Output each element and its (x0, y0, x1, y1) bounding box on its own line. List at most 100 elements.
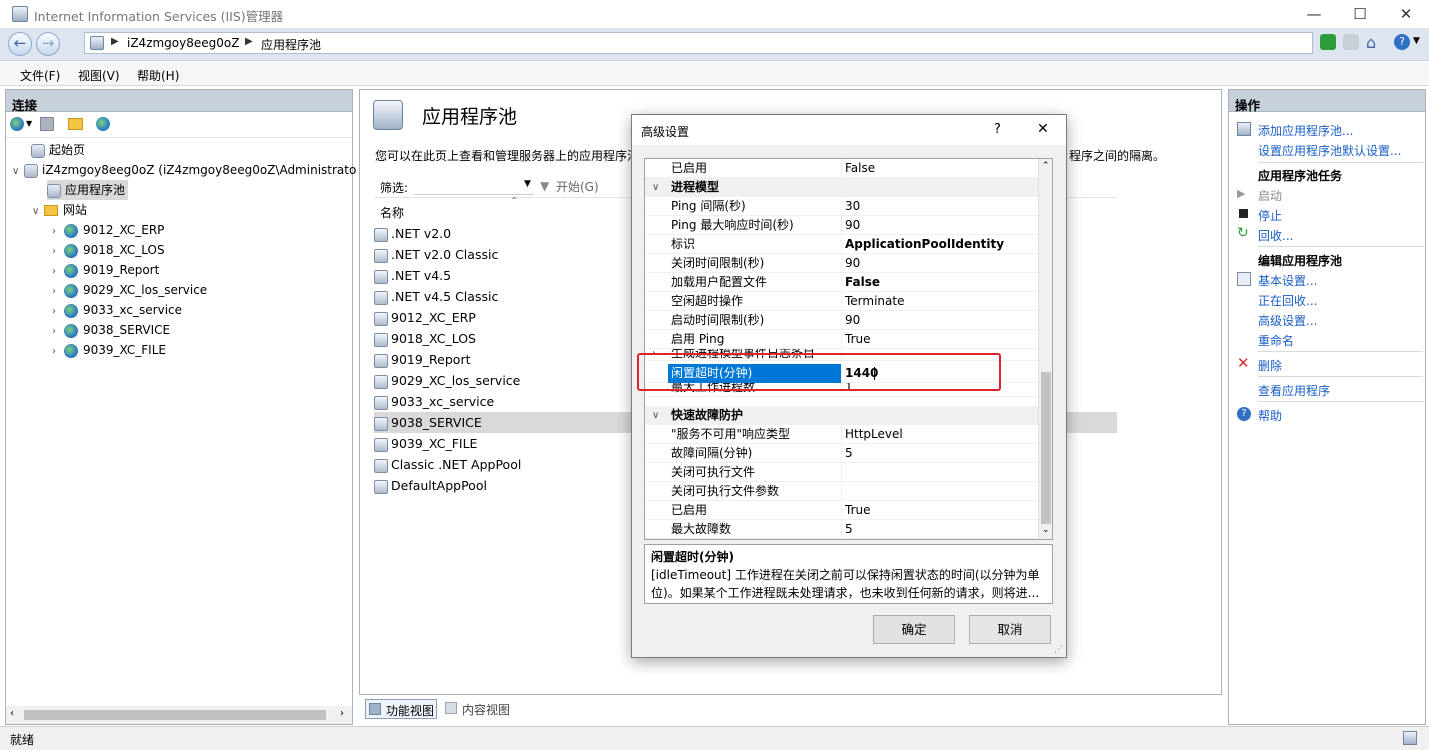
property-grid-scrollbar[interactable]: ⌃ ⌄ (1038, 159, 1052, 539)
dialog-help-button[interactable]: ? (994, 122, 1001, 137)
filter-label: 筛选: (380, 181, 409, 195)
address-field[interactable]: ▶ iZ4zmgoy8eeg0oZ ▶ 应用程序池 (84, 32, 1313, 54)
action-help[interactable]: 帮助 (1258, 407, 1282, 424)
minimize-button[interactable]: — (1291, 0, 1337, 28)
tree-item-sites[interactable]: ∨ 网站 (32, 200, 87, 220)
tree-item-start-page[interactable]: 起始页 (31, 140, 85, 160)
action-add-pool[interactable]: 添加应用程序池... (1258, 122, 1353, 139)
property-row[interactable]: 启动时间限制(秒) 90 (645, 311, 1040, 330)
property-category[interactable]: ∨ 快速故障防护 (645, 406, 1040, 425)
property-row[interactable]: 加载用户配置文件 False (645, 273, 1040, 292)
tree-item-site[interactable]: › 9039_XC_FILE (52, 340, 166, 360)
menu-view[interactable]: 视图(V) (78, 67, 120, 84)
action-stop[interactable]: 停止 (1258, 207, 1282, 224)
tree-item-site[interactable]: › 9038_SERVICE (52, 320, 170, 340)
ok-button[interactable]: 确定 (873, 615, 955, 644)
property-row[interactable]: 关闭可执行文件参数 (645, 482, 1040, 501)
scroll-right-icon[interactable]: › (340, 708, 344, 719)
start-filter-button[interactable]: 开始(G) (556, 178, 599, 195)
scrollbar-thumb[interactable] (24, 710, 326, 720)
tab-content-view[interactable]: 内容视图 (443, 699, 517, 719)
tree-item-app-pools[interactable]: 应用程序池 (47, 180, 129, 200)
tree-item-site[interactable]: › 9029_XC_los_service (52, 280, 207, 300)
property-row[interactable]: "服务不可用"响应类型 HttpLevel (645, 425, 1040, 444)
chevron-down-icon[interactable]: ∨ (32, 202, 44, 222)
menu-help[interactable]: 帮助(H) (137, 67, 179, 84)
stop-loading-icon[interactable] (1343, 34, 1359, 50)
help-dropdown-icon[interactable]: ? (1394, 34, 1410, 50)
breadcrumb-app-pools[interactable]: 应用程序池 (261, 36, 321, 53)
chevron-down-icon[interactable]: ∨ (652, 178, 659, 197)
property-row[interactable]: 关闭时间限制(秒) 90 (645, 254, 1040, 273)
chevron-down-icon[interactable]: ▼ (26, 119, 32, 128)
scrollbar-thumb[interactable] (1041, 372, 1051, 524)
tree-item-site[interactable]: › 9019_Report (52, 260, 159, 280)
chevron-right-icon[interactable]: › (52, 302, 64, 322)
scroll-left-icon[interactable]: ‹ (10, 708, 14, 719)
scroll-up-icon[interactable]: ⌃ (1042, 161, 1050, 171)
maximize-button[interactable]: ☐ (1337, 0, 1383, 28)
tree-item-site[interactable]: › 9018_XC_LOS (52, 240, 165, 260)
property-row[interactable]: Ping 最大响应时间(秒) 90 (645, 216, 1040, 235)
breadcrumb-server[interactable]: iZ4zmgoy8eeg0oZ (127, 36, 239, 50)
action-advanced-settings[interactable]: 高级设置... (1258, 312, 1317, 329)
tree-item-site[interactable]: › 9012_XC_ERP (52, 220, 164, 240)
property-row[interactable]: 故障间隔(分钟) 5 (645, 444, 1040, 463)
back-arrow-icon[interactable]: ← (8, 32, 32, 56)
forward-arrow-icon[interactable]: → (36, 32, 60, 56)
property-row[interactable]: 关闭可执行文件 (645, 463, 1040, 482)
action-rename[interactable]: 重命名 (1258, 332, 1294, 349)
chevron-down-icon[interactable]: ∨ (652, 406, 659, 425)
property-row[interactable]: 启用 Ping True (645, 330, 1040, 349)
home-icon[interactable]: ⌂ (1366, 33, 1376, 52)
property-row[interactable]: Ping 间隔(秒) 30 (645, 197, 1040, 216)
column-header-name[interactable]: 名称 (380, 204, 404, 221)
property-row[interactable]: 最大故障数 5 (645, 520, 1040, 539)
dialog-close-button[interactable]: ✕ (1037, 121, 1049, 137)
action-delete[interactable]: 删除 (1258, 357, 1282, 374)
app-pool-icon (374, 311, 388, 326)
app-pool-icon (374, 479, 388, 494)
tree-item-server[interactable]: ∨ iZ4zmgoy8eeg0oZ (iZ4zmgoy8eeg0oZ\Admini… (12, 160, 356, 180)
dialog-titlebar: 高级设置 ? ✕ (632, 115, 1066, 145)
app-pool-icon (374, 332, 388, 347)
chevron-down-icon[interactable]: ▼ (524, 179, 531, 189)
chevron-down-icon[interactable]: ▼ (1413, 36, 1420, 46)
action-view-applications[interactable]: 查看应用程序 (1258, 382, 1330, 399)
disconnect-icon[interactable] (96, 117, 110, 131)
menu-file[interactable]: 文件(F) (20, 67, 60, 84)
title-bar: Internet Information Services (IIS)管理器 —… (0, 0, 1429, 28)
chevron-right-icon[interactable]: › (52, 322, 64, 342)
action-basic-settings[interactable]: 基本设置... (1258, 272, 1317, 289)
app-pool-icon (47, 183, 61, 198)
chevron-right-icon[interactable]: › (52, 262, 64, 282)
refresh-icon[interactable] (1320, 34, 1336, 50)
resize-grip-icon[interactable]: ⋰ (1054, 645, 1063, 655)
action-set-defaults[interactable]: 设置应用程序池默认设置... (1258, 142, 1401, 159)
tab-features-view[interactable]: 功能视图 (365, 699, 437, 719)
connect-globe-icon[interactable] (10, 117, 24, 131)
app-pool-icon (374, 248, 388, 263)
save-icon[interactable] (40, 117, 54, 131)
scroll-down-icon[interactable]: ⌄ (1042, 525, 1050, 535)
close-window-button[interactable]: ✕ (1383, 0, 1429, 28)
status-text: 就绪 (10, 733, 35, 747)
action-start: 启动 (1258, 189, 1283, 203)
tree-item-site[interactable]: › 9033_xc_service (52, 300, 182, 320)
property-row[interactable]: 已启用 True (645, 501, 1040, 520)
chevron-right-icon[interactable]: › (52, 242, 64, 262)
property-row[interactable]: 标识 ApplicationPoolIdentity (645, 235, 1040, 254)
chevron-right-icon[interactable]: › (52, 342, 64, 362)
action-recycling[interactable]: 正在回收... (1258, 292, 1317, 309)
action-recycle[interactable]: 回收... (1258, 227, 1293, 244)
horizontal-scrollbar[interactable]: ‹ › (6, 706, 352, 724)
chevron-down-icon[interactable]: ∨ (12, 162, 24, 182)
cancel-button[interactable]: 取消 (969, 615, 1051, 644)
property-row[interactable]: 空闲超时操作 Terminate (645, 292, 1040, 311)
up-folder-icon[interactable] (68, 118, 83, 130)
chevron-right-icon[interactable]: › (52, 282, 64, 302)
property-row[interactable]: 已启用 False (645, 159, 1040, 178)
filter-input[interactable] (414, 176, 534, 195)
property-category[interactable]: ∨ 进程模型 (645, 178, 1040, 197)
chevron-right-icon[interactable]: › (52, 222, 64, 242)
